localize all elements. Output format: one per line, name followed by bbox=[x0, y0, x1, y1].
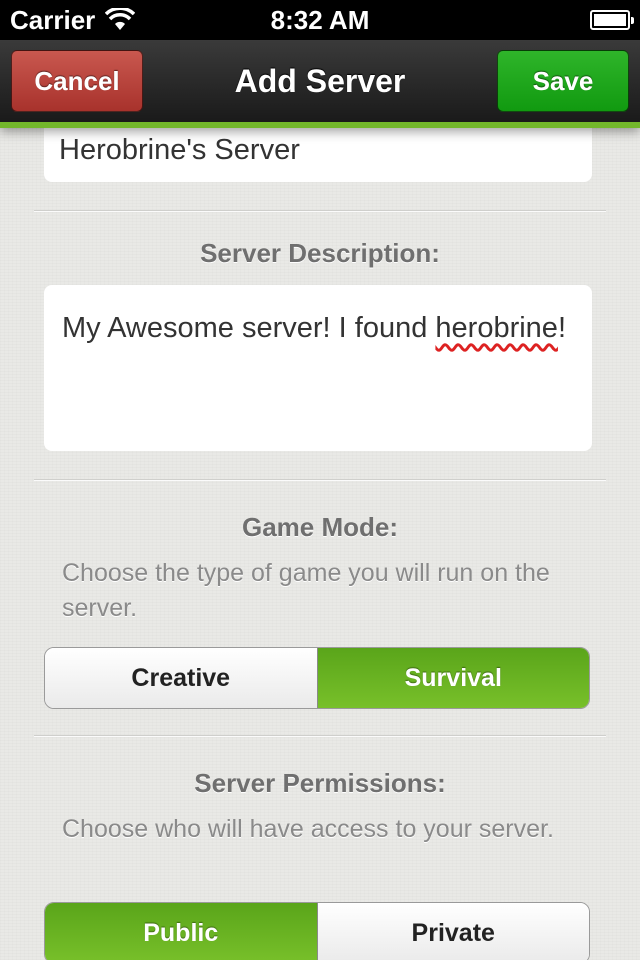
permission-option-private[interactable]: Private bbox=[316, 903, 589, 960]
game-mode-segmented-control: Creative Survival bbox=[44, 647, 590, 709]
divider bbox=[34, 479, 606, 481]
status-left: Carrier bbox=[10, 4, 136, 36]
server-permissions-hint: Choose who will have access to your serv… bbox=[62, 815, 554, 843]
server-description-label: Server Description: bbox=[200, 238, 440, 268]
cancel-button[interactable]: Cancel bbox=[11, 50, 143, 112]
permissions-segmented-control: Public Private bbox=[44, 902, 590, 960]
game-mode-option-survival[interactable]: Survival bbox=[316, 648, 589, 708]
misspelled-word: herobrine bbox=[435, 312, 558, 344]
server-permissions-label: Server Permissions: bbox=[194, 768, 446, 798]
game-mode-hint: Choose the type of game you will run on … bbox=[62, 559, 550, 622]
carrier-label: Carrier bbox=[10, 4, 96, 35]
permission-option-public[interactable]: Public bbox=[45, 903, 317, 960]
description-text: My Awesome server! I found bbox=[62, 312, 436, 344]
navigation-bar: Add Server Cancel Save bbox=[0, 40, 640, 128]
battery-icon bbox=[590, 10, 634, 30]
form-content: Herobrine's Server Server Description: M… bbox=[0, 128, 640, 960]
wifi-icon bbox=[105, 8, 136, 30]
game-mode-option-creative[interactable]: Creative bbox=[45, 648, 317, 708]
status-bar: Carrier 8:32 AM bbox=[0, 0, 640, 40]
server-name-field[interactable]: Herobrine's Server bbox=[44, 128, 592, 182]
description-text-end: ! bbox=[557, 312, 566, 344]
divider bbox=[34, 735, 606, 737]
server-description-field[interactable]: My Awesome server! I found herobrine! bbox=[44, 285, 592, 451]
save-button[interactable]: Save bbox=[497, 50, 629, 112]
game-mode-label: Game Mode: bbox=[241, 512, 399, 542]
divider bbox=[34, 210, 606, 212]
